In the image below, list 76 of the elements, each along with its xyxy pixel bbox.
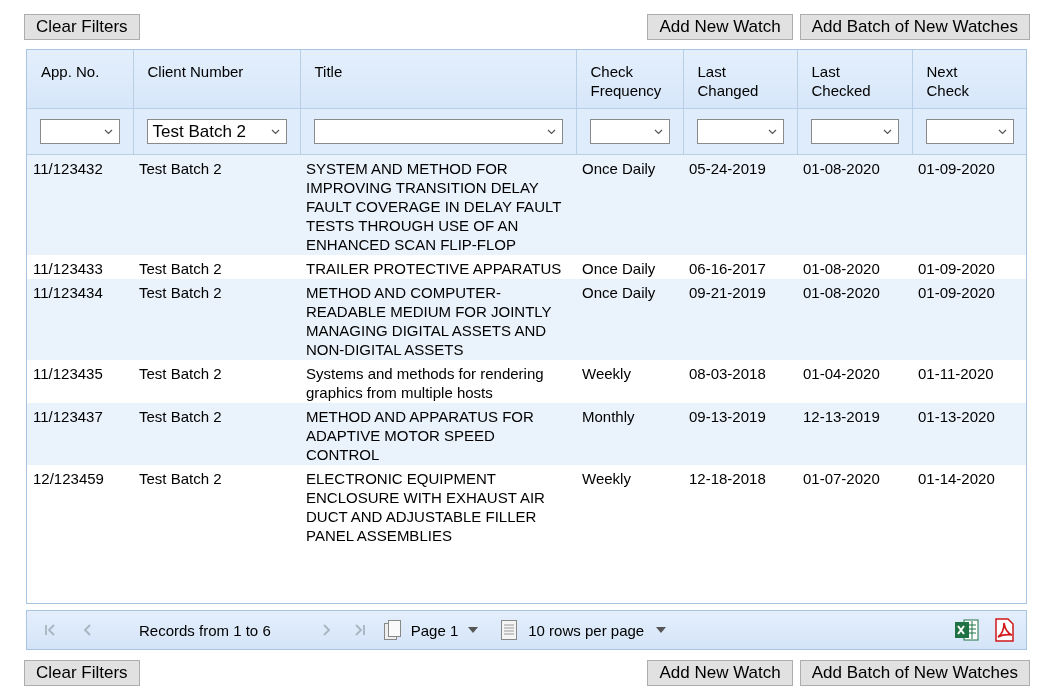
chevron-down-icon [882, 128, 892, 135]
table-cell: Once Daily [582, 260, 656, 277]
table-cell: 08-03-2018 [689, 365, 766, 382]
column-header[interactable]: App. No. [41, 63, 100, 80]
pdf-icon[interactable] [992, 618, 1016, 642]
action-button[interactable]: Add Batch of New Watches [799, 660, 1030, 686]
last-page-icon[interactable] [352, 623, 367, 637]
table-cell: TRAILER PROTECTIVE APPARATUS [306, 260, 562, 277]
table-cell: Systems and methods for rendering graphics from multiple hosts [306, 365, 544, 401]
table-cell: SYSTEM AND METHOD FOR IMPROVING TRANSITION DELAY FAULT COVERAGE IN DELAY FAULT TESTS THROUGH USE OF AN ENHANCED SCAN FLIP-FLOP [306, 160, 562, 253]
table-cell: ELECTRONIC EQUIPMENT ENCLOSURE WITH EXHAUST AIR DUCT AND ADJUSTABLE FILLER PANEL ASSEMBLIES [306, 470, 545, 544]
table-cell: Test Batch 2 [139, 284, 222, 301]
table-cell: 11/123433 [33, 260, 103, 277]
list-icon [500, 619, 519, 641]
table-cell: Once Daily [582, 284, 656, 301]
table-cell: Test Batch 2 [139, 470, 222, 487]
filter-dropdown[interactable] [589, 119, 670, 144]
page-dropdown[interactable]: Page 1 [410, 621, 479, 639]
table-cell: 01-09-2020 [918, 284, 995, 301]
rows-per-page-dropdown[interactable]: 10 rows per page [528, 621, 667, 639]
records-label: Records from 1 to 6 [139, 621, 271, 639]
caret-icon [468, 627, 479, 633]
table-cell: 12-13-2019 [803, 408, 880, 425]
table-cell: 09-13-2019 [689, 408, 766, 425]
table-cell: 11/123432 [33, 160, 103, 177]
table-cell: 09-21-2019 [689, 284, 766, 301]
table-cell: 11/123437 [33, 408, 103, 425]
table-cell: Weekly [582, 470, 631, 487]
filter-dropdown[interactable] [925, 119, 1014, 144]
chevron-down-icon [653, 128, 663, 135]
table-cell: 01-11-2020 [918, 365, 994, 382]
table-cell: 11/123435 [33, 365, 103, 382]
table-cell: 01-09-2020 [918, 160, 995, 177]
chevron-down-icon [270, 128, 280, 135]
table-cell: 05-24-2019 [689, 160, 766, 177]
table-cell: Test Batch 2 [139, 260, 222, 277]
table-cell: 01-04-2020 [803, 365, 880, 382]
chevron-down-icon [767, 128, 777, 135]
action-button[interactable]: Add New Watch [647, 660, 793, 686]
table-cell: Test Batch 2 [139, 160, 222, 177]
chevron-down-icon [103, 128, 113, 135]
table-cell: 01-09-2020 [918, 260, 995, 277]
chevron-down-icon [997, 128, 1007, 135]
table-cell: Monthly [582, 408, 635, 425]
table-cell: Test Batch 2 [139, 408, 222, 425]
table-cell: 01-14-2020 [918, 470, 995, 487]
action-button[interactable]: Add Batch of New Watches [799, 14, 1030, 40]
filter-dropdown[interactable] [810, 119, 899, 144]
caret-icon [656, 627, 667, 633]
table-cell: 01-08-2020 [803, 160, 880, 177]
first-page-icon[interactable] [43, 623, 57, 637]
table-cell: 01-08-2020 [803, 284, 880, 301]
column-header[interactable]: Client Number [147, 63, 244, 80]
table-cell: Weekly [582, 365, 631, 382]
table-cell: 01-08-2020 [803, 260, 880, 277]
spreadsheet-icon[interactable] [954, 618, 980, 642]
table-cell: 12/123459 [33, 470, 104, 487]
action-button[interactable]: Clear Filters [24, 660, 140, 686]
filter-dropdown[interactable]: Test Batch 2 [146, 119, 287, 144]
table-cell: Once Daily [582, 160, 656, 177]
table-cell: 11/123434 [33, 284, 103, 301]
chevron-down-icon [546, 128, 556, 135]
table-cell: 01-13-2020 [918, 408, 995, 425]
table-cell: 12-18-2018 [689, 470, 766, 487]
filter-dropdown[interactable] [40, 119, 120, 144]
column-header[interactable]: Title [314, 63, 343, 80]
filter-dropdown[interactable] [696, 119, 784, 144]
table-cell: METHOD AND COMPUTER-READABLE MEDIUM FOR JOINTLY MANAGING DIGITAL ASSETS AND NON-DIGITAL ASSETS [306, 284, 552, 358]
filter-dropdown[interactable] [313, 119, 563, 144]
table-cell: METHOD AND APPARATUS FOR ADAPTIVE MOTOR SPEED CONTROL [306, 408, 534, 463]
action-button[interactable]: Clear Filters [24, 14, 140, 40]
table-cell: 01-07-2020 [803, 470, 880, 487]
table-cell: Test Batch 2 [139, 365, 222, 382]
pages-icon [382, 619, 403, 641]
action-button[interactable]: Add New Watch [647, 14, 793, 40]
table-cell: 06-16-2017 [689, 260, 766, 277]
